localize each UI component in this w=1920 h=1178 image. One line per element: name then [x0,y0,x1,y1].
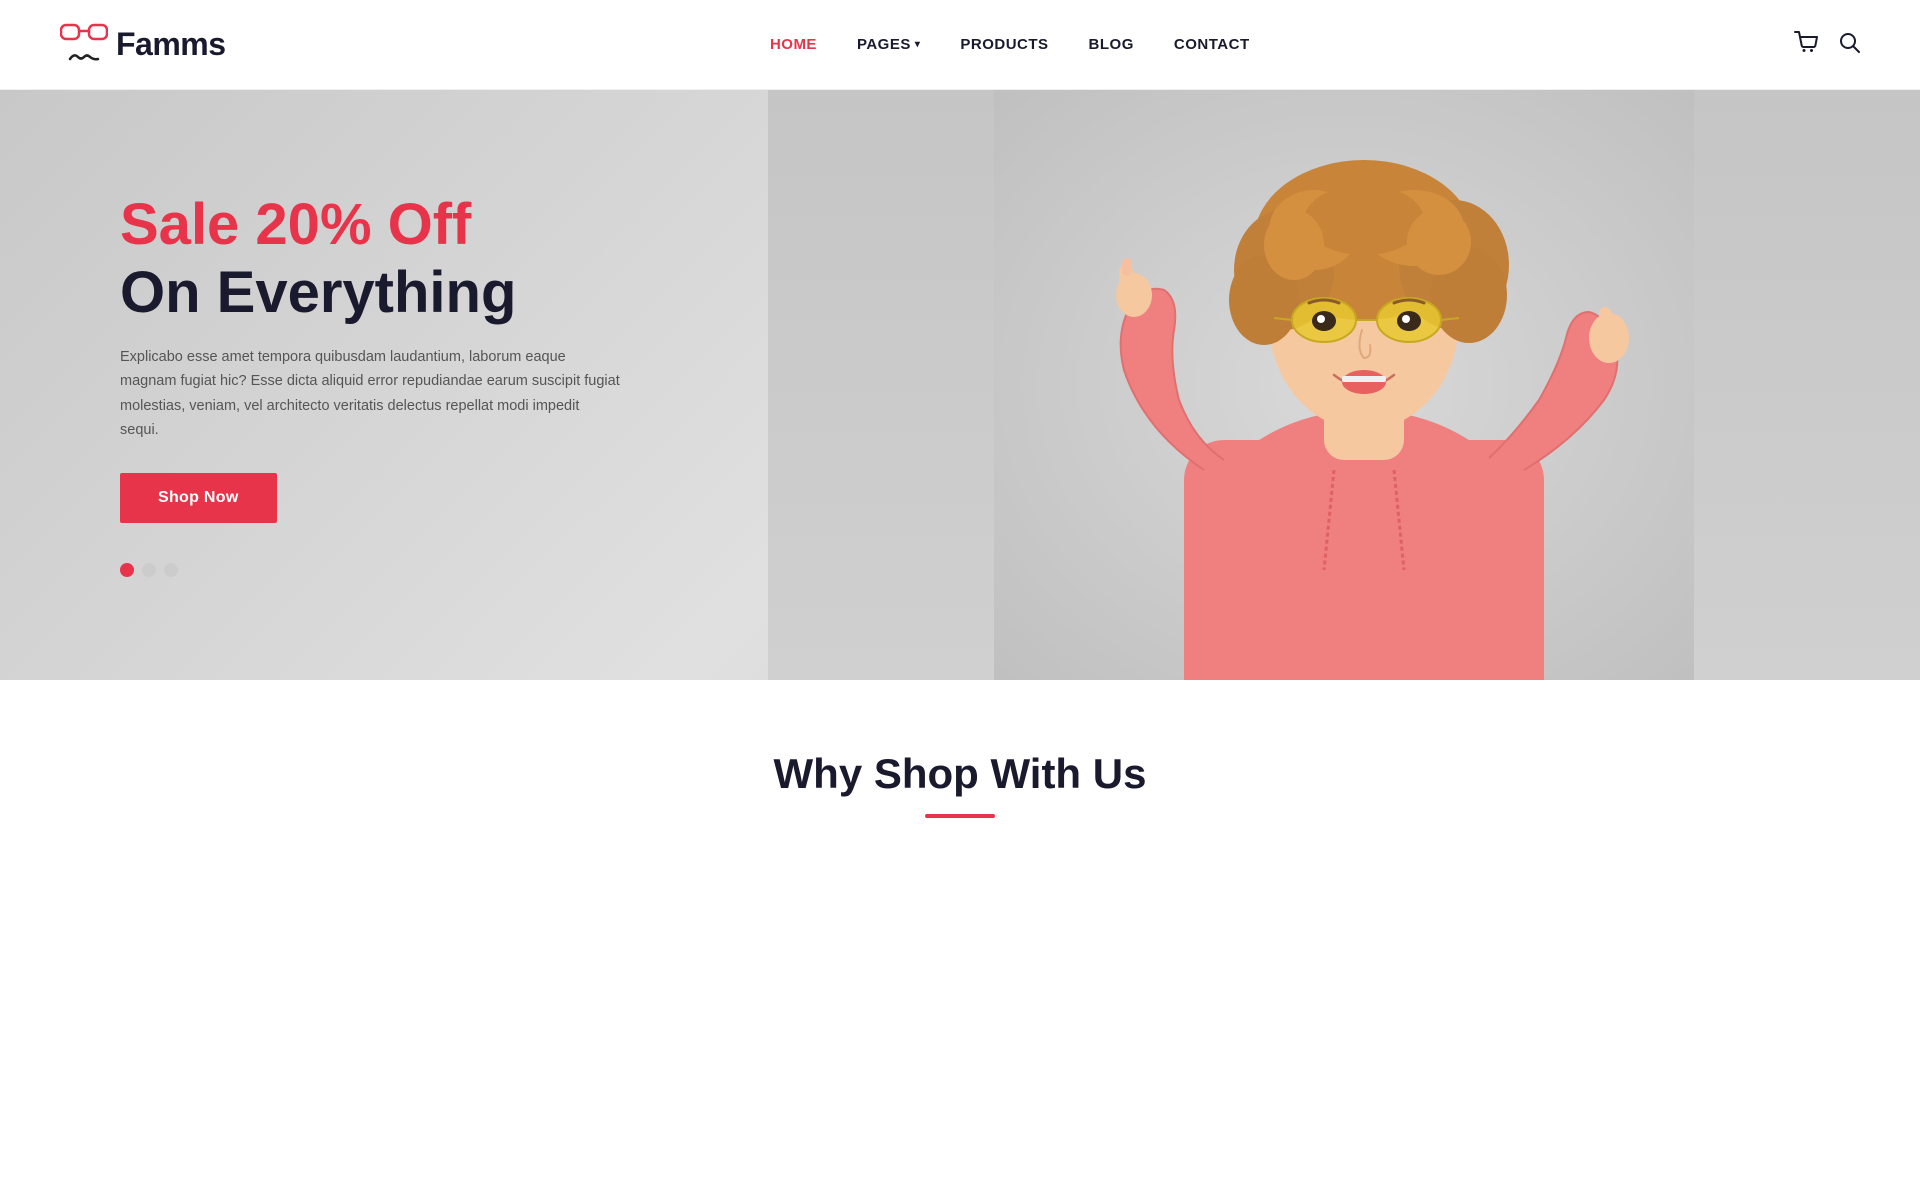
hero-title-text: On Everything [120,261,620,325]
nav-products[interactable]: PRODUCTS [960,36,1048,53]
shop-now-button[interactable]: Shop Now [120,473,277,523]
hero-section: Sale 20% Off On Everything Explicabo ess… [0,90,1920,680]
main-nav: HOME PAGES ▾ PRODUCTS BLOG CONTACT [770,36,1250,53]
hero-content: Sale 20% Off On Everything Explicabo ess… [0,193,620,577]
logo[interactable]: Famms [60,20,226,70]
cart-button[interactable] [1794,31,1818,59]
hero-person-image [768,90,1920,680]
header: Famms HOME PAGES ▾ PRODUCTS BLOG CONTACT [0,0,1920,90]
why-shop-title: Why Shop With Us [60,750,1860,798]
mustache-icon [68,50,100,70]
carousel-dot-1[interactable] [120,563,134,577]
glasses-icon [60,20,108,48]
why-shop-underline [925,814,995,818]
why-shop-section: Why Shop With Us [0,680,1920,858]
hero-carousel-dots [120,563,620,577]
hero-sale-text: Sale 20% Off [120,193,620,257]
carousel-dot-3[interactable] [164,563,178,577]
nav-blog[interactable]: BLOG [1089,36,1134,53]
search-button[interactable] [1838,31,1860,59]
pages-dropdown-arrow: ▾ [915,39,921,50]
header-icons [1794,31,1860,59]
logo-text: Famms [116,26,226,63]
nav-pages[interactable]: PAGES ▾ [857,36,920,53]
logo-icon [60,20,108,70]
nav-contact[interactable]: CONTACT [1174,36,1250,53]
carousel-dot-2[interactable] [142,563,156,577]
hero-description: Explicabo esse amet tempora quibusdam la… [120,345,620,444]
nav-home[interactable]: HOME [770,36,817,53]
